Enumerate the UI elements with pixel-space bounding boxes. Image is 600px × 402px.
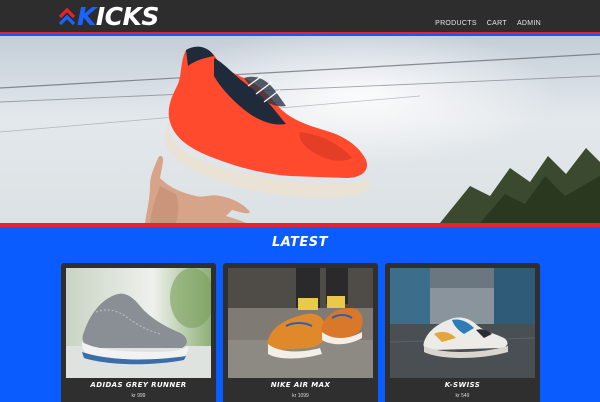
product-price: kr 549 <box>455 393 470 399</box>
product-image[interactable] <box>390 268 535 378</box>
product-name[interactable]: ADIDAS GREY RUNNER <box>61 381 216 389</box>
product-grid: ADIDAS GREY RUNNER kr 999 NIKE AIR MAX k… <box>61 263 541 402</box>
latest-section-title: LATEST <box>271 235 329 250</box>
hero-accent-bar <box>0 223 600 227</box>
product-card[interactable]: K-SWISS kr 549 <box>385 263 540 402</box>
logo-wordmark: KICKS <box>77 2 159 31</box>
chevron-logo-icon <box>58 7 76 26</box>
product-name[interactable]: NIKE AIR MAX <box>223 381 378 389</box>
product-image[interactable] <box>228 268 373 378</box>
product-card[interactable]: NIKE AIR MAX kr 1099 <box>223 263 378 402</box>
product-card[interactable]: ADIDAS GREY RUNNER kr 999 <box>61 263 216 402</box>
hero-image <box>0 36 600 223</box>
nav-cart-link[interactable]: CART <box>487 20 507 27</box>
product-name[interactable]: K-SWISS <box>385 381 540 389</box>
site-header: KICKS PRODUCTS CART ADMIN <box>0 0 600 34</box>
nav-admin-link[interactable]: ADMIN <box>517 20 541 27</box>
nav-products-link[interactable]: PRODUCTS <box>435 20 477 27</box>
product-image[interactable] <box>66 268 211 378</box>
product-price: kr 999 <box>131 393 146 399</box>
hero-banner <box>0 36 600 223</box>
product-price: kr 1099 <box>292 393 309 399</box>
main-nav: PRODUCTS CART ADMIN <box>435 20 541 27</box>
site-logo[interactable]: KICKS <box>58 4 159 30</box>
